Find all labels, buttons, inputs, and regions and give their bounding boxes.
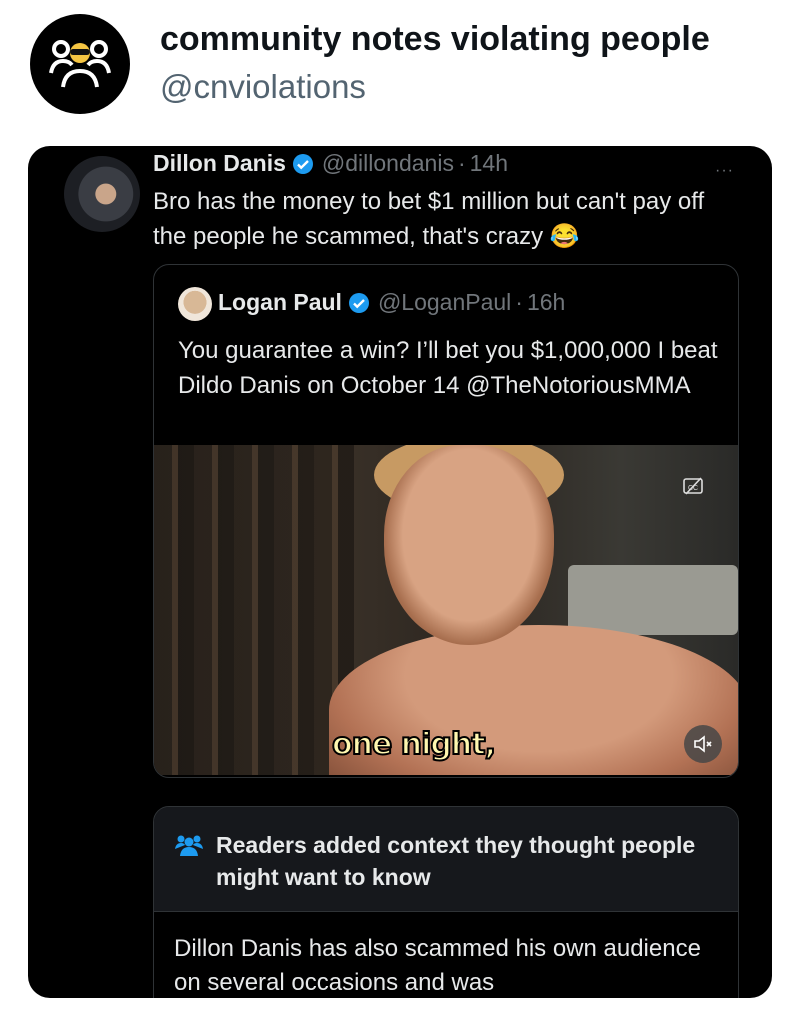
account-handle[interactable]: @cnviolations <box>160 68 366 106</box>
author-avatar[interactable] <box>64 156 140 232</box>
author-handle[interactable]: @dillondanis <box>322 150 454 177</box>
quote-author-handle[interactable]: @LoganPaul <box>378 289 511 316</box>
community-note[interactable]: Readers added context they thought peopl… <box>153 806 739 998</box>
quote-text: You guarantee a win? I’ll bet you $1,000… <box>178 337 718 399</box>
tweet-header: Dillon Danis @dillondanis · 14h <box>153 150 508 177</box>
account-name[interactable]: community notes violating people <box>160 20 710 59</box>
community-note-header: Readers added context they thought peopl… <box>154 807 738 912</box>
muted-speaker-icon <box>694 735 712 753</box>
quoted-tweet[interactable]: Logan Paul @LoganPaul · 16h You guarante… <box>153 264 739 778</box>
community-note-body: Dillon Danis has also scammed his own au… <box>154 912 738 998</box>
community-people-icon <box>175 835 203 856</box>
laughing-emoji: 😂 <box>549 223 580 250</box>
video-caption: one night, <box>331 726 497 763</box>
closed-captions-off-icon[interactable]: CC <box>682 475 704 502</box>
author-name[interactable]: Dillon Danis <box>153 150 286 177</box>
unmute-button[interactable] <box>684 725 722 763</box>
video-person-face <box>384 445 554 645</box>
community-note-text: Dillon Danis has also scammed his own au… <box>174 935 701 996</box>
quote-time[interactable]: 16h <box>527 289 565 316</box>
quote-author-name[interactable]: Logan Paul <box>218 289 342 316</box>
header-avatar[interactable] <box>30 14 130 114</box>
quote-author-avatar[interactable] <box>178 287 212 321</box>
time-separator: · <box>457 150 466 176</box>
video-background-sofa <box>568 565 738 635</box>
tweet-text: Bro has the money to bet $1 million but … <box>153 184 743 254</box>
tweet-body: Bro has the money to bet $1 million but … <box>153 188 705 250</box>
tweet-time[interactable]: 14h <box>470 150 508 177</box>
video-player[interactable]: one night, CC <box>154 445 738 775</box>
time-separator: · <box>515 289 523 315</box>
quote-header: Logan Paul @LoganPaul · 16h <box>218 289 565 316</box>
tweet-card: Dillon Danis @dillondanis · 14h ··· Bro … <box>28 146 772 998</box>
community-note-title: Readers added context they thought peopl… <box>216 832 696 890</box>
video-background <box>154 445 354 775</box>
svg-text:CC: CC <box>688 485 698 492</box>
community-people-icon <box>49 40 111 88</box>
verified-badge-icon <box>292 153 314 175</box>
verified-badge-icon <box>348 292 370 314</box>
more-options-icon[interactable]: ··· <box>715 162 734 180</box>
